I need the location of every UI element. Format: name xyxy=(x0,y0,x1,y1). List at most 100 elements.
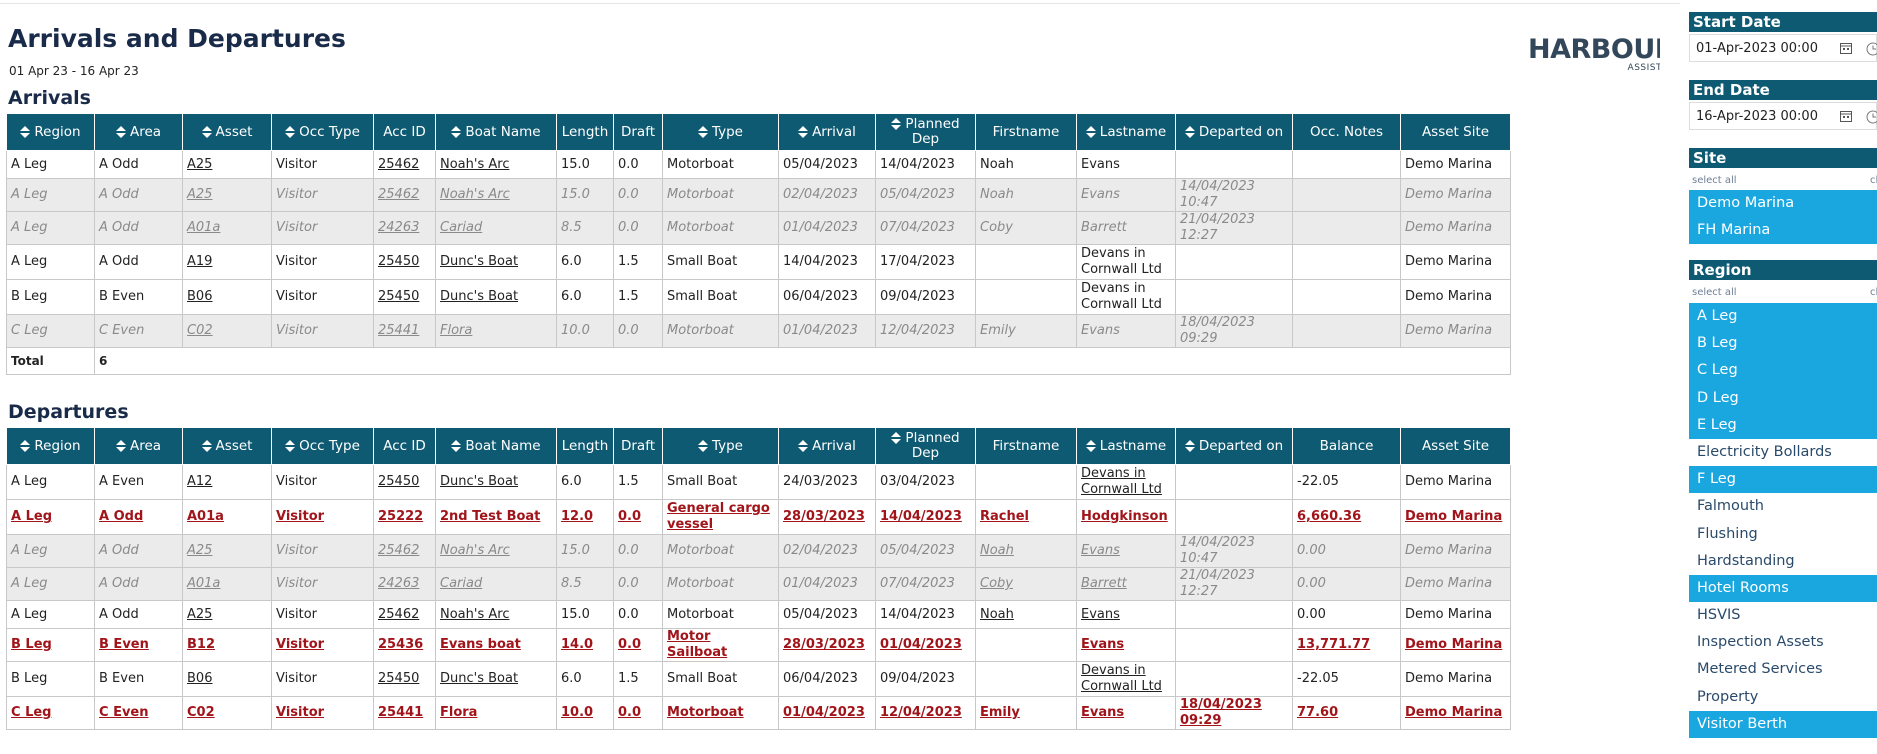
table-cell[interactable]: A25 xyxy=(182,534,272,568)
table-cell[interactable]: Emily xyxy=(975,696,1077,730)
table-cell[interactable]: Barrett xyxy=(1076,567,1176,601)
column-header[interactable]: Area xyxy=(94,113,183,151)
region-slicer-item[interactable]: C Leg xyxy=(1689,357,1877,385)
table-cell[interactable]: Noah's Arc xyxy=(435,534,557,568)
table-row[interactable]: A Leg A Odd A25 Visitor 25462 Noah's Arc 15.0 0… xyxy=(6,178,1511,212)
table-cell[interactable]: 12.0 xyxy=(556,499,614,535)
table-cell[interactable]: A Leg xyxy=(6,499,95,535)
column-header[interactable]: Departed on xyxy=(1175,113,1293,151)
table-cell[interactable]: Evans xyxy=(1076,696,1176,730)
table-cell[interactable]: 6,660.36 xyxy=(1292,499,1401,535)
table-row[interactable]: A Leg A Odd A01a Visitor 25222 2nd Test Boat 1… xyxy=(6,499,1511,535)
table-cell[interactable]: General cargo vessel xyxy=(662,499,779,535)
table-cell[interactable]: Devans in Cornwall Ltd xyxy=(1076,464,1176,500)
table-cell[interactable]: C02 xyxy=(182,314,272,348)
table-cell[interactable]: Flora xyxy=(435,314,557,348)
table-cell[interactable]: 28/03/2023 xyxy=(778,499,876,535)
table-cell[interactable]: Cariad xyxy=(435,567,557,601)
table-row[interactable]: A Leg A Odd A01a Visitor 24263 Cariad 8.5 0.0 Mo… xyxy=(6,567,1511,601)
table-cell[interactable]: Dunc's Boat xyxy=(435,661,557,697)
table-cell[interactable]: A25 xyxy=(182,150,272,179)
table-cell[interactable]: A01a xyxy=(182,499,272,535)
table-cell[interactable]: B12 xyxy=(182,628,272,662)
column-header[interactable]: Firstname xyxy=(975,427,1077,465)
table-cell[interactable]: 10.0 xyxy=(556,696,614,730)
region-slicer-item[interactable]: F Leg xyxy=(1689,466,1877,494)
table-row[interactable]: A Leg A Odd A01a Visitor 24263 Cariad 8.5 0.0 Mo… xyxy=(6,211,1511,245)
table-cell[interactable]: Coby xyxy=(975,567,1077,601)
table-cell[interactable]: C02 xyxy=(182,696,272,730)
table-cell[interactable]: A25 xyxy=(182,600,272,629)
column-header[interactable]: Acc ID xyxy=(373,427,436,465)
table-cell[interactable]: 0.0 xyxy=(613,499,663,535)
table-cell[interactable]: Motorboat xyxy=(662,696,779,730)
region-slicer-item[interactable]: Hotel Rooms xyxy=(1689,574,1877,603)
column-header[interactable]: Type xyxy=(662,113,779,151)
table-cell[interactable]: Rachel xyxy=(975,499,1077,535)
region-slicer-item[interactable]: Inspection Assets xyxy=(1689,629,1877,656)
sort-icon[interactable] xyxy=(451,439,462,452)
table-cell[interactable]: B Even xyxy=(94,628,183,662)
column-header[interactable]: Planned Dep xyxy=(875,427,976,465)
end-date-input[interactable]: 16-Apr-2023 00:00 xyxy=(1689,102,1877,130)
column-header[interactable]: Arrival xyxy=(778,427,876,465)
column-header[interactable]: Region xyxy=(6,427,95,465)
sort-icon[interactable] xyxy=(1085,439,1096,452)
sort-icon[interactable] xyxy=(891,432,902,444)
table-cell[interactable]: Dunc's Boat xyxy=(435,244,557,280)
region-slicer-item[interactable]: Metered Services xyxy=(1689,656,1877,683)
table-cell[interactable]: Visitor xyxy=(271,499,374,535)
table-cell[interactable]: 25450 xyxy=(373,244,436,280)
column-header[interactable]: Balance xyxy=(1292,427,1401,465)
table-cell[interactable]: 25441 xyxy=(373,314,436,348)
table-cell[interactable]: C Even xyxy=(94,696,183,730)
table-cell[interactable]: Evans xyxy=(1076,600,1176,629)
table-cell[interactable]: 14/04/2023 xyxy=(875,499,976,535)
column-header[interactable]: Asset xyxy=(182,113,272,151)
table-row[interactable]: C Leg C Even C02 Visitor 25441 Flora 10.0 0.0 Mo… xyxy=(6,314,1511,348)
table-cell[interactable]: 25450 xyxy=(373,661,436,697)
table-row[interactable]: A Leg A Odd A25 Visitor 25462 Noah's Arc 15.0 0… xyxy=(6,534,1511,568)
table-cell[interactable]: 25462 xyxy=(373,150,436,179)
column-header[interactable]: Length xyxy=(556,113,614,151)
sort-icon[interactable] xyxy=(285,439,296,452)
table-cell[interactable]: Demo Marina xyxy=(1400,628,1511,662)
sort-icon[interactable] xyxy=(798,439,809,452)
table-cell[interactable]: Devans in Cornwall Ltd xyxy=(1076,661,1176,697)
sort-icon[interactable] xyxy=(201,125,212,138)
table-cell[interactable]: 25462 xyxy=(373,534,436,568)
table-cell[interactable]: Noah xyxy=(975,534,1077,568)
column-header[interactable]: Boat Name xyxy=(435,427,557,465)
table-cell[interactable]: 0.0 xyxy=(613,696,663,730)
column-header[interactable]: Boat Name xyxy=(435,113,557,151)
table-cell[interactable]: A25 xyxy=(182,178,272,212)
region-slicer-item[interactable]: E Leg xyxy=(1689,411,1877,439)
table-row[interactable]: A Leg A Odd A25 Visitor 25462 Noah's Arc 15.0 0… xyxy=(6,600,1511,629)
sort-icon[interactable] xyxy=(20,125,31,138)
region-slicer-item[interactable]: Visitor Berth xyxy=(1689,710,1877,738)
table-cell[interactable]: C Leg xyxy=(6,696,95,730)
region-slicer-item[interactable]: Falmouth xyxy=(1689,493,1877,520)
table-cell[interactable]: Evans xyxy=(1076,534,1176,568)
table-cell[interactable]: 77.60 xyxy=(1292,696,1401,730)
sort-icon[interactable] xyxy=(451,125,462,138)
sort-icon[interactable] xyxy=(697,125,708,138)
sort-icon[interactable] xyxy=(201,439,212,452)
column-header[interactable]: Asset Site xyxy=(1400,427,1511,465)
table-cell[interactable]: A01a xyxy=(182,211,272,245)
table-cell[interactable]: 25462 xyxy=(373,178,436,212)
start-date-input[interactable]: 01-Apr-2023 00:00 xyxy=(1689,34,1877,62)
column-header[interactable]: Arrival xyxy=(778,113,876,151)
column-header[interactable]: Acc ID xyxy=(373,113,436,151)
table-cell[interactable]: 2nd Test Boat xyxy=(435,499,557,535)
table-cell[interactable]: 28/03/2023 xyxy=(778,628,876,662)
region-slicer-item[interactable]: Flushing xyxy=(1689,521,1877,548)
sort-icon[interactable] xyxy=(285,125,296,138)
table-cell[interactable]: Noah xyxy=(975,600,1077,629)
column-header[interactable]: Lastname xyxy=(1076,427,1176,465)
calendar-icon[interactable] xyxy=(1840,42,1852,54)
table-row[interactable]: A Leg A Odd A19 Visitor 25450 Dunc's Boat 6.0 1… xyxy=(6,244,1511,280)
column-header[interactable]: Firstname xyxy=(975,113,1077,151)
table-cell[interactable]: 01/04/2023 xyxy=(778,696,876,730)
site-select-all-link[interactable]: select all xyxy=(1692,175,1737,186)
